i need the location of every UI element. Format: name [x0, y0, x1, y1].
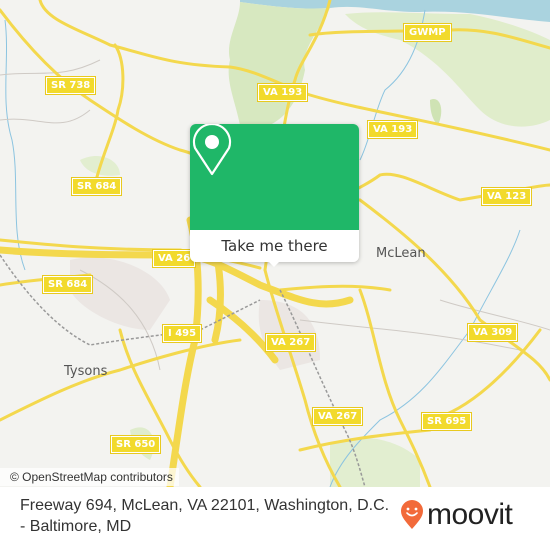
moovit-logo[interactable]: moovit — [400, 498, 513, 531]
road-label-va-123: VA 123 — [480, 187, 533, 206]
popup-header — [190, 124, 359, 230]
park-area — [330, 437, 420, 487]
road-label-va-193: VA 193 — [366, 120, 419, 139]
road-label-sr-650: SR 650 — [109, 435, 162, 454]
map-attribution[interactable]: © OpenStreetMap contributors — [0, 468, 179, 486]
park-area — [228, 2, 330, 125]
place-label-tysons: Tysons — [64, 364, 108, 379]
road-label-va-309: VA 309 — [466, 323, 519, 342]
road-label-va-267: VA 267 — [311, 407, 364, 426]
location-popup: Take me there — [190, 124, 359, 267]
road-label-sr-684: SR 684 — [70, 177, 123, 196]
road-label-va-193: VA 193 — [256, 83, 309, 102]
road-label-sr-684: SR 684 — [41, 275, 94, 294]
take-me-there-button[interactable]: Take me there — [190, 230, 359, 262]
park-area — [430, 99, 442, 125]
map-pin-icon — [192, 124, 232, 176]
road-label-gwmp: GWMP — [403, 23, 452, 42]
place-label-mclean: McLean — [376, 246, 426, 261]
map-page: SR 738 SR 684 SR 684 VA 193 VA 193 GWMP … — [0, 0, 550, 550]
address-text: Freeway 694, McLean, VA 22101, Washingto… — [20, 497, 390, 535]
road-label-sr-738: SR 738 — [44, 76, 97, 95]
moovit-pin-face-icon — [401, 500, 423, 529]
road-label-va-267: VA 267 — [264, 333, 317, 352]
footer: Freeway 694, McLean, VA 22101, Washingto… — [0, 487, 550, 550]
road-label-va-267: VA 26 — [151, 249, 197, 268]
road-label-sr-695: SR 695 — [420, 412, 473, 431]
road-label-i-495: I 495 — [161, 324, 203, 343]
map-canvas[interactable]: SR 738 SR 684 SR 684 VA 193 VA 193 GWMP … — [0, 0, 550, 487]
stream — [4, 19, 26, 271]
popup-pointer — [267, 260, 281, 267]
moovit-wordmark: moovit — [427, 498, 513, 531]
urban-area — [70, 257, 170, 330]
